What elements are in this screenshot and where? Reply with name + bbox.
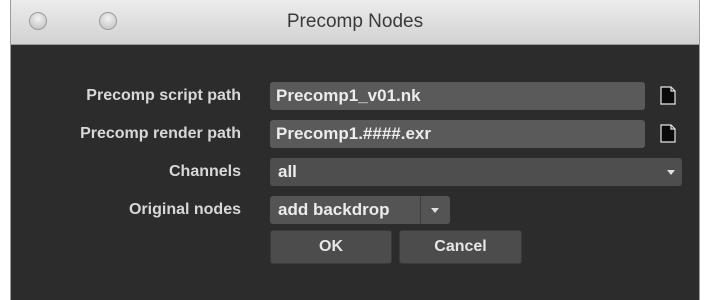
original-nodes-select[interactable]: add backdrop — [270, 196, 450, 224]
render-path-input[interactable]: Precomp1.####.exr — [270, 120, 645, 148]
precomp-nodes-dialog: Precomp Nodes Precomp script path Precom… — [11, 0, 699, 300]
script-path-label: Precomp script path — [86, 87, 241, 104]
script-path-input[interactable]: Precomp1_v01.nk — [270, 82, 645, 110]
title-bar[interactable]: Precomp Nodes — [11, 0, 699, 45]
original-nodes-label: Original nodes — [128, 201, 241, 218]
channels-select[interactable]: all — [270, 158, 682, 186]
select-divider — [420, 196, 421, 224]
channels-value: all — [278, 162, 297, 181]
ok-button[interactable]: OK — [270, 230, 392, 264]
file-browse-icon[interactable] — [660, 124, 676, 143]
original-nodes-value: add backdrop — [278, 200, 390, 219]
file-browse-icon[interactable] — [660, 86, 676, 105]
chevron-down-icon — [431, 208, 439, 213]
render-path-label: Precomp render path — [80, 125, 241, 142]
dialog-title: Precomp Nodes — [286, 11, 424, 32]
channels-label: Channels — [168, 163, 241, 180]
chevron-down-icon — [667, 170, 675, 175]
cancel-button[interactable]: Cancel — [399, 230, 522, 264]
